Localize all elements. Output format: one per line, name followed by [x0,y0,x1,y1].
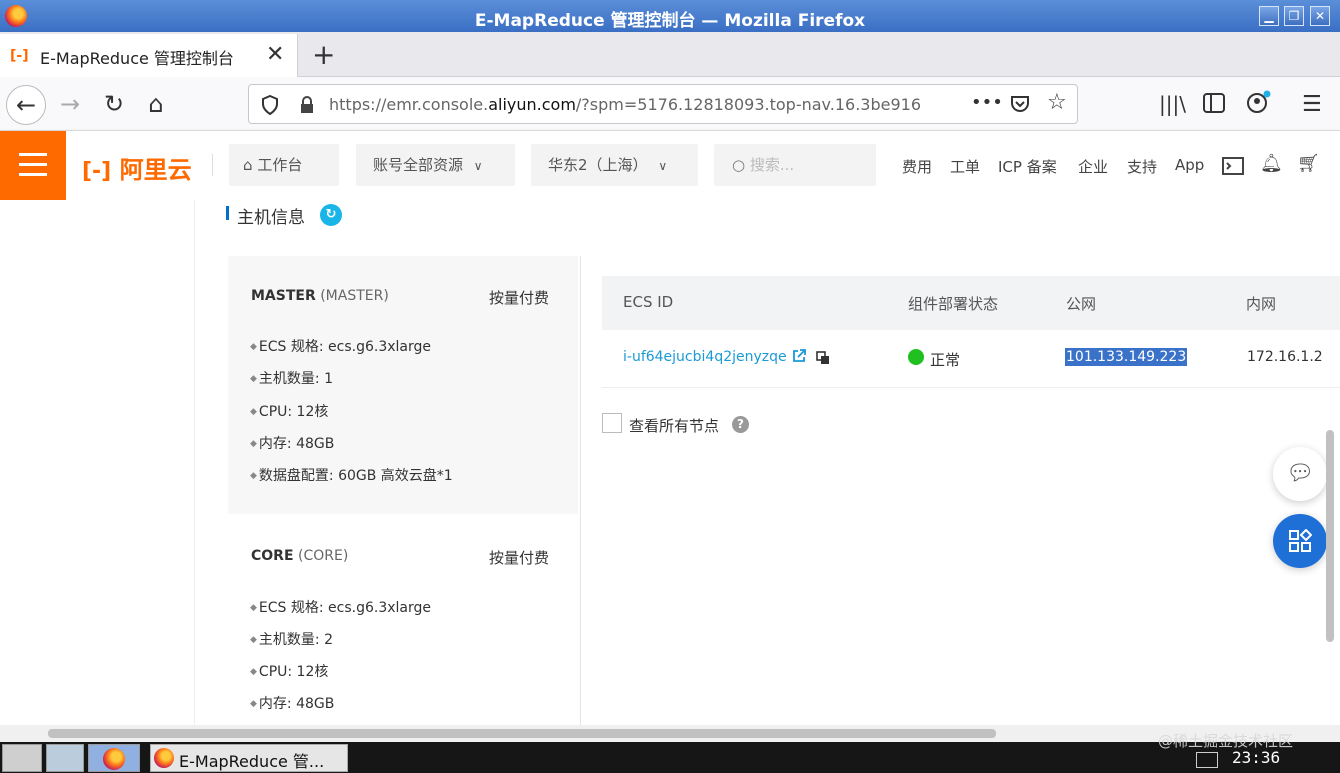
spec-item: 内存: 48GB [250,693,334,713]
firefox-launcher-icon[interactable] [88,744,140,772]
status-dot-icon [908,349,924,365]
resources-dropdown[interactable]: 账号全部资源 ∨ [356,144,515,186]
billing-type: 按量付费 [489,289,550,307]
panel-divider [580,256,581,726]
nav-link-support[interactable]: 支持 [1127,156,1157,177]
new-tab-icon[interactable]: + [312,38,335,71]
group-name: CORE (CORE) [251,548,349,564]
left-divider [194,200,195,725]
public-ip-value[interactable]: 101.133.149.223 [1065,348,1188,366]
search-input[interactable]: ○ 搜索... [714,144,876,186]
reload-icon[interactable]: ↻ [94,85,134,125]
chat-icon[interactable]: 💬︎ [1273,447,1327,501]
nav-link-billing[interactable]: 费用 [902,156,932,177]
keyboard-icon[interactable] [1196,752,1218,768]
aliyun-tab-icon: [-] [10,48,29,64]
search-icon: ○ [732,156,746,174]
region-dropdown[interactable]: 华东2（上海） ∨ [531,144,698,186]
taskbar-task-firefox[interactable]: E-MapReduce 管... [150,744,348,772]
show-all-nodes-label[interactable]: 查看所有节点 [629,415,719,436]
forward-icon[interactable]: → [50,85,90,125]
watermark: @稀土掘金技术社区 [1158,732,1294,750]
home-icon: ⌂ [243,156,253,174]
billing-type: 按量付费 [489,549,550,567]
column-header-public-ip: 公网 [1066,295,1097,313]
help-icon[interactable]: ? [732,416,749,433]
minimize-icon[interactable]: ▁ [1259,6,1279,26]
column-header-ecs-id: ECS ID [623,293,674,311]
lock-icon[interactable] [299,95,315,115]
bookmark-star-icon[interactable]: ☆ [1047,90,1067,115]
spec-item: 数据盘配置: 60GB 高效云盘*1 [250,465,453,485]
show-all-nodes-checkbox[interactable] [602,413,622,433]
nav-link-icp[interactable]: ICP 备案 [998,156,1057,177]
apps-icon[interactable] [1273,514,1327,568]
account-icon[interactable] [1246,90,1272,114]
group-name: MASTER (MASTER) [251,288,389,304]
url-bar[interactable]: https://emr.console.aliyun.com/?spm=5176… [248,84,1078,124]
url-text[interactable]: https://emr.console.aliyun.com/?spm=5176… [329,95,969,114]
hamburger-menu-icon[interactable] [0,131,66,200]
section-title: 主机信息 [237,208,305,228]
spec-item: 主机数量: 2 [250,629,333,649]
horizontal-scrollbar[interactable] [48,729,996,738]
window-title-bar: E-MapReduce 管理控制台 — Mozilla Firefox ▁ ❐ … [0,0,1340,32]
chevron-down-icon: ∨ [473,159,483,173]
spec-item: 内存: 48GB [250,433,334,453]
spec-item: CPU: 12核 [250,401,328,421]
spec-item: ECS 规格: ecs.g6.3xlarge [250,336,431,356]
nav-divider [212,154,213,176]
browser-tab[interactable]: [-] E-MapReduce 管理控制台 ✕ [0,34,298,77]
nav-link-enterprise[interactable]: 企业 [1078,156,1108,177]
back-icon[interactable]: ← [6,85,46,125]
section-accent-bar [226,206,229,220]
shield-icon[interactable] [261,95,279,115]
pocket-icon[interactable] [1009,94,1031,114]
home-icon[interactable]: ⌂ [136,85,176,125]
spec-item: ECS 规格: ecs.g6.3xlarge [250,597,431,617]
private-ip-value[interactable]: 172.16.1.2 [1247,349,1323,365]
ecs-id-link[interactable]: i-uf64ejucbi4q2jenyzqe [623,349,787,365]
restore-icon[interactable]: ❐ [1284,6,1304,26]
library-icon[interactable]: |||\ [1159,92,1186,116]
nav-link-tickets[interactable]: 工单 [950,156,980,177]
cart-icon[interactable]: 🛒︎ [1297,153,1320,174]
close-tab-icon[interactable]: ✕ [266,42,284,67]
column-header-private-ip: 内网 [1246,295,1277,313]
page-actions-icon[interactable]: ••• [971,92,1003,113]
vertical-scrollbar[interactable] [1326,430,1334,642]
sidebar-icon[interactable] [1203,93,1225,113]
show-desktop-icon[interactable] [46,744,84,772]
start-menu-icon[interactable] [2,744,42,772]
aliyun-logo[interactable]: [-] 阿里云 [82,150,192,185]
menu-icon[interactable]: ☰ [1302,92,1322,117]
refresh-icon[interactable]: ↻ [320,204,342,226]
status-text: 正常 [930,351,961,369]
terminal-icon[interactable] [1222,157,1244,175]
bell-icon[interactable]: 🔔︎ [1260,153,1283,174]
column-header-status: 组件部署状态 [908,295,999,313]
tab-title: E-MapReduce 管理控制台 [40,49,234,68]
nav-link-app[interactable]: App [1175,156,1204,174]
chevron-down-icon: ∨ [658,159,668,173]
window-title: E-MapReduce 管理控制台 — Mozilla Firefox [474,11,866,31]
spec-item: 主机数量: 1 [250,368,333,388]
close-window-icon[interactable]: ✕ [1310,6,1330,26]
external-link-icon[interactable] [792,349,806,363]
workbench-button[interactable]: ⌂ 工作台 [229,144,339,186]
spec-item: CPU: 12核 [250,661,328,681]
copy-icon[interactable] [816,351,830,365]
